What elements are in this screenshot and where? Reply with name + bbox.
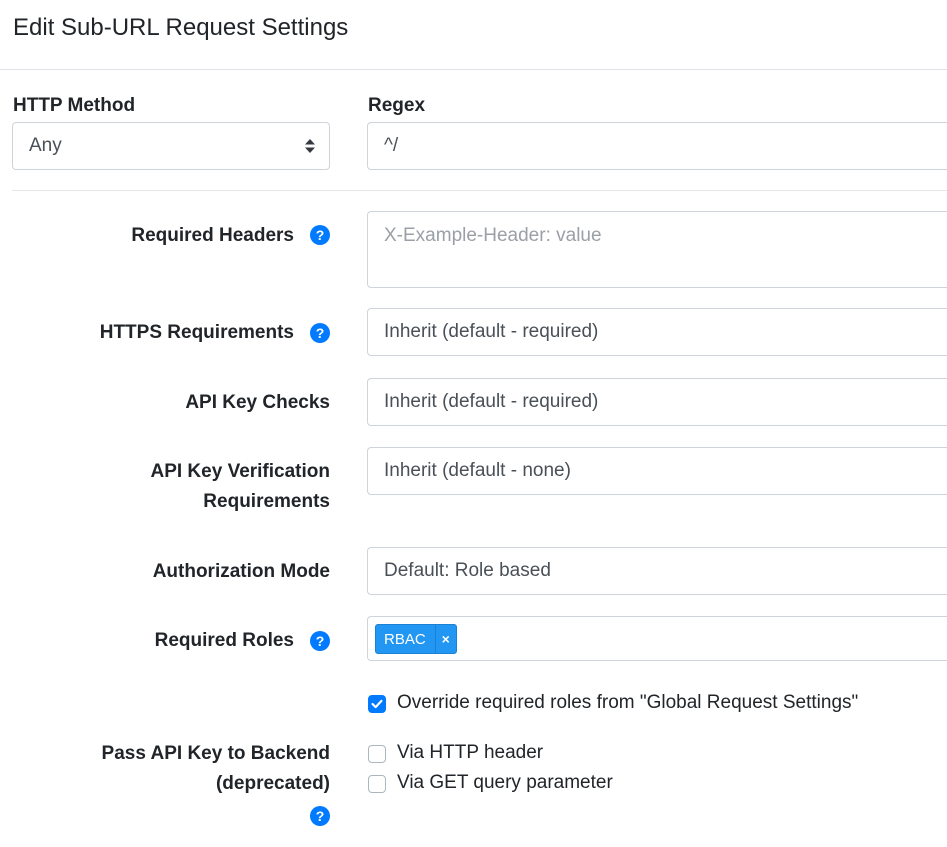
authorization-mode-label: Authorization Mode <box>152 561 330 582</box>
http-method-value: Any <box>29 135 62 156</box>
pass-api-key-label-line2: (deprecated) <box>215 773 330 794</box>
https-requirements-label: HTTPS Requirements <box>99 322 294 343</box>
https-requirements-select[interactable]: Inherit (default - required) <box>367 308 947 356</box>
required-headers-placeholder: X-Example-Header: value <box>384 225 602 246</box>
role-tag-label: RBAC <box>384 630 426 648</box>
svg-text:?: ? <box>316 808 325 824</box>
override-roles-label: Override required roles from "Global Req… <box>397 692 859 713</box>
api-key-verification-label-line2: Requirements <box>203 491 330 512</box>
sort-arrows-icon <box>305 139 315 153</box>
help-icon[interactable]: ? <box>310 225 330 245</box>
help-icon[interactable]: ? <box>310 806 330 826</box>
https-requirements-value: Inherit (default - required) <box>384 321 599 342</box>
api-key-verification-select[interactable]: Inherit (default - none) <box>367 447 947 495</box>
api-key-verification-value: Inherit (default - none) <box>384 460 571 481</box>
role-tag: RBAC × <box>375 624 457 654</box>
regex-input[interactable]: ^/ <box>367 122 947 170</box>
required-headers-textarea[interactable]: X-Example-Header: value <box>367 211 947 288</box>
regex-value: ^/ <box>384 135 399 156</box>
api-key-checks-value: Inherit (default - required) <box>384 391 599 412</box>
help-icon[interactable]: ? <box>310 631 330 651</box>
http-method-select[interactable]: Any <box>12 122 330 170</box>
svg-text:?: ? <box>316 227 325 243</box>
override-roles-checkbox[interactable] <box>368 695 386 713</box>
page-title: Edit Sub-URL Request Settings <box>13 14 349 41</box>
svg-text:?: ? <box>316 325 325 341</box>
header-divider <box>0 69 947 70</box>
role-tag-remove-button[interactable]: × <box>434 625 456 653</box>
api-key-checks-label: API Key Checks <box>185 392 330 413</box>
authorization-mode-select[interactable]: Default: Role based <box>367 547 947 595</box>
pass-api-key-label-line1: Pass API Key to Backend <box>101 743 330 764</box>
regex-label: Regex <box>368 95 426 116</box>
via-http-header-checkbox[interactable] <box>368 745 386 763</box>
checkmark-icon <box>371 699 383 709</box>
svg-text:?: ? <box>316 633 325 649</box>
http-method-label: HTTP Method <box>13 95 136 116</box>
via-http-header-label: Via HTTP header <box>397 742 544 763</box>
required-headers-label: Required Headers <box>131 225 294 246</box>
api-key-checks-select[interactable]: Inherit (default - required) <box>367 378 947 426</box>
authorization-mode-value: Default: Role based <box>384 560 551 581</box>
api-key-verification-label-line1: API Key Verification <box>150 461 330 482</box>
section-divider <box>12 190 947 191</box>
via-get-query-checkbox[interactable] <box>368 775 386 793</box>
required-roles-label: Required Roles <box>154 630 294 651</box>
help-icon[interactable]: ? <box>310 323 330 343</box>
via-get-query-label: Via GET query parameter <box>397 772 613 793</box>
